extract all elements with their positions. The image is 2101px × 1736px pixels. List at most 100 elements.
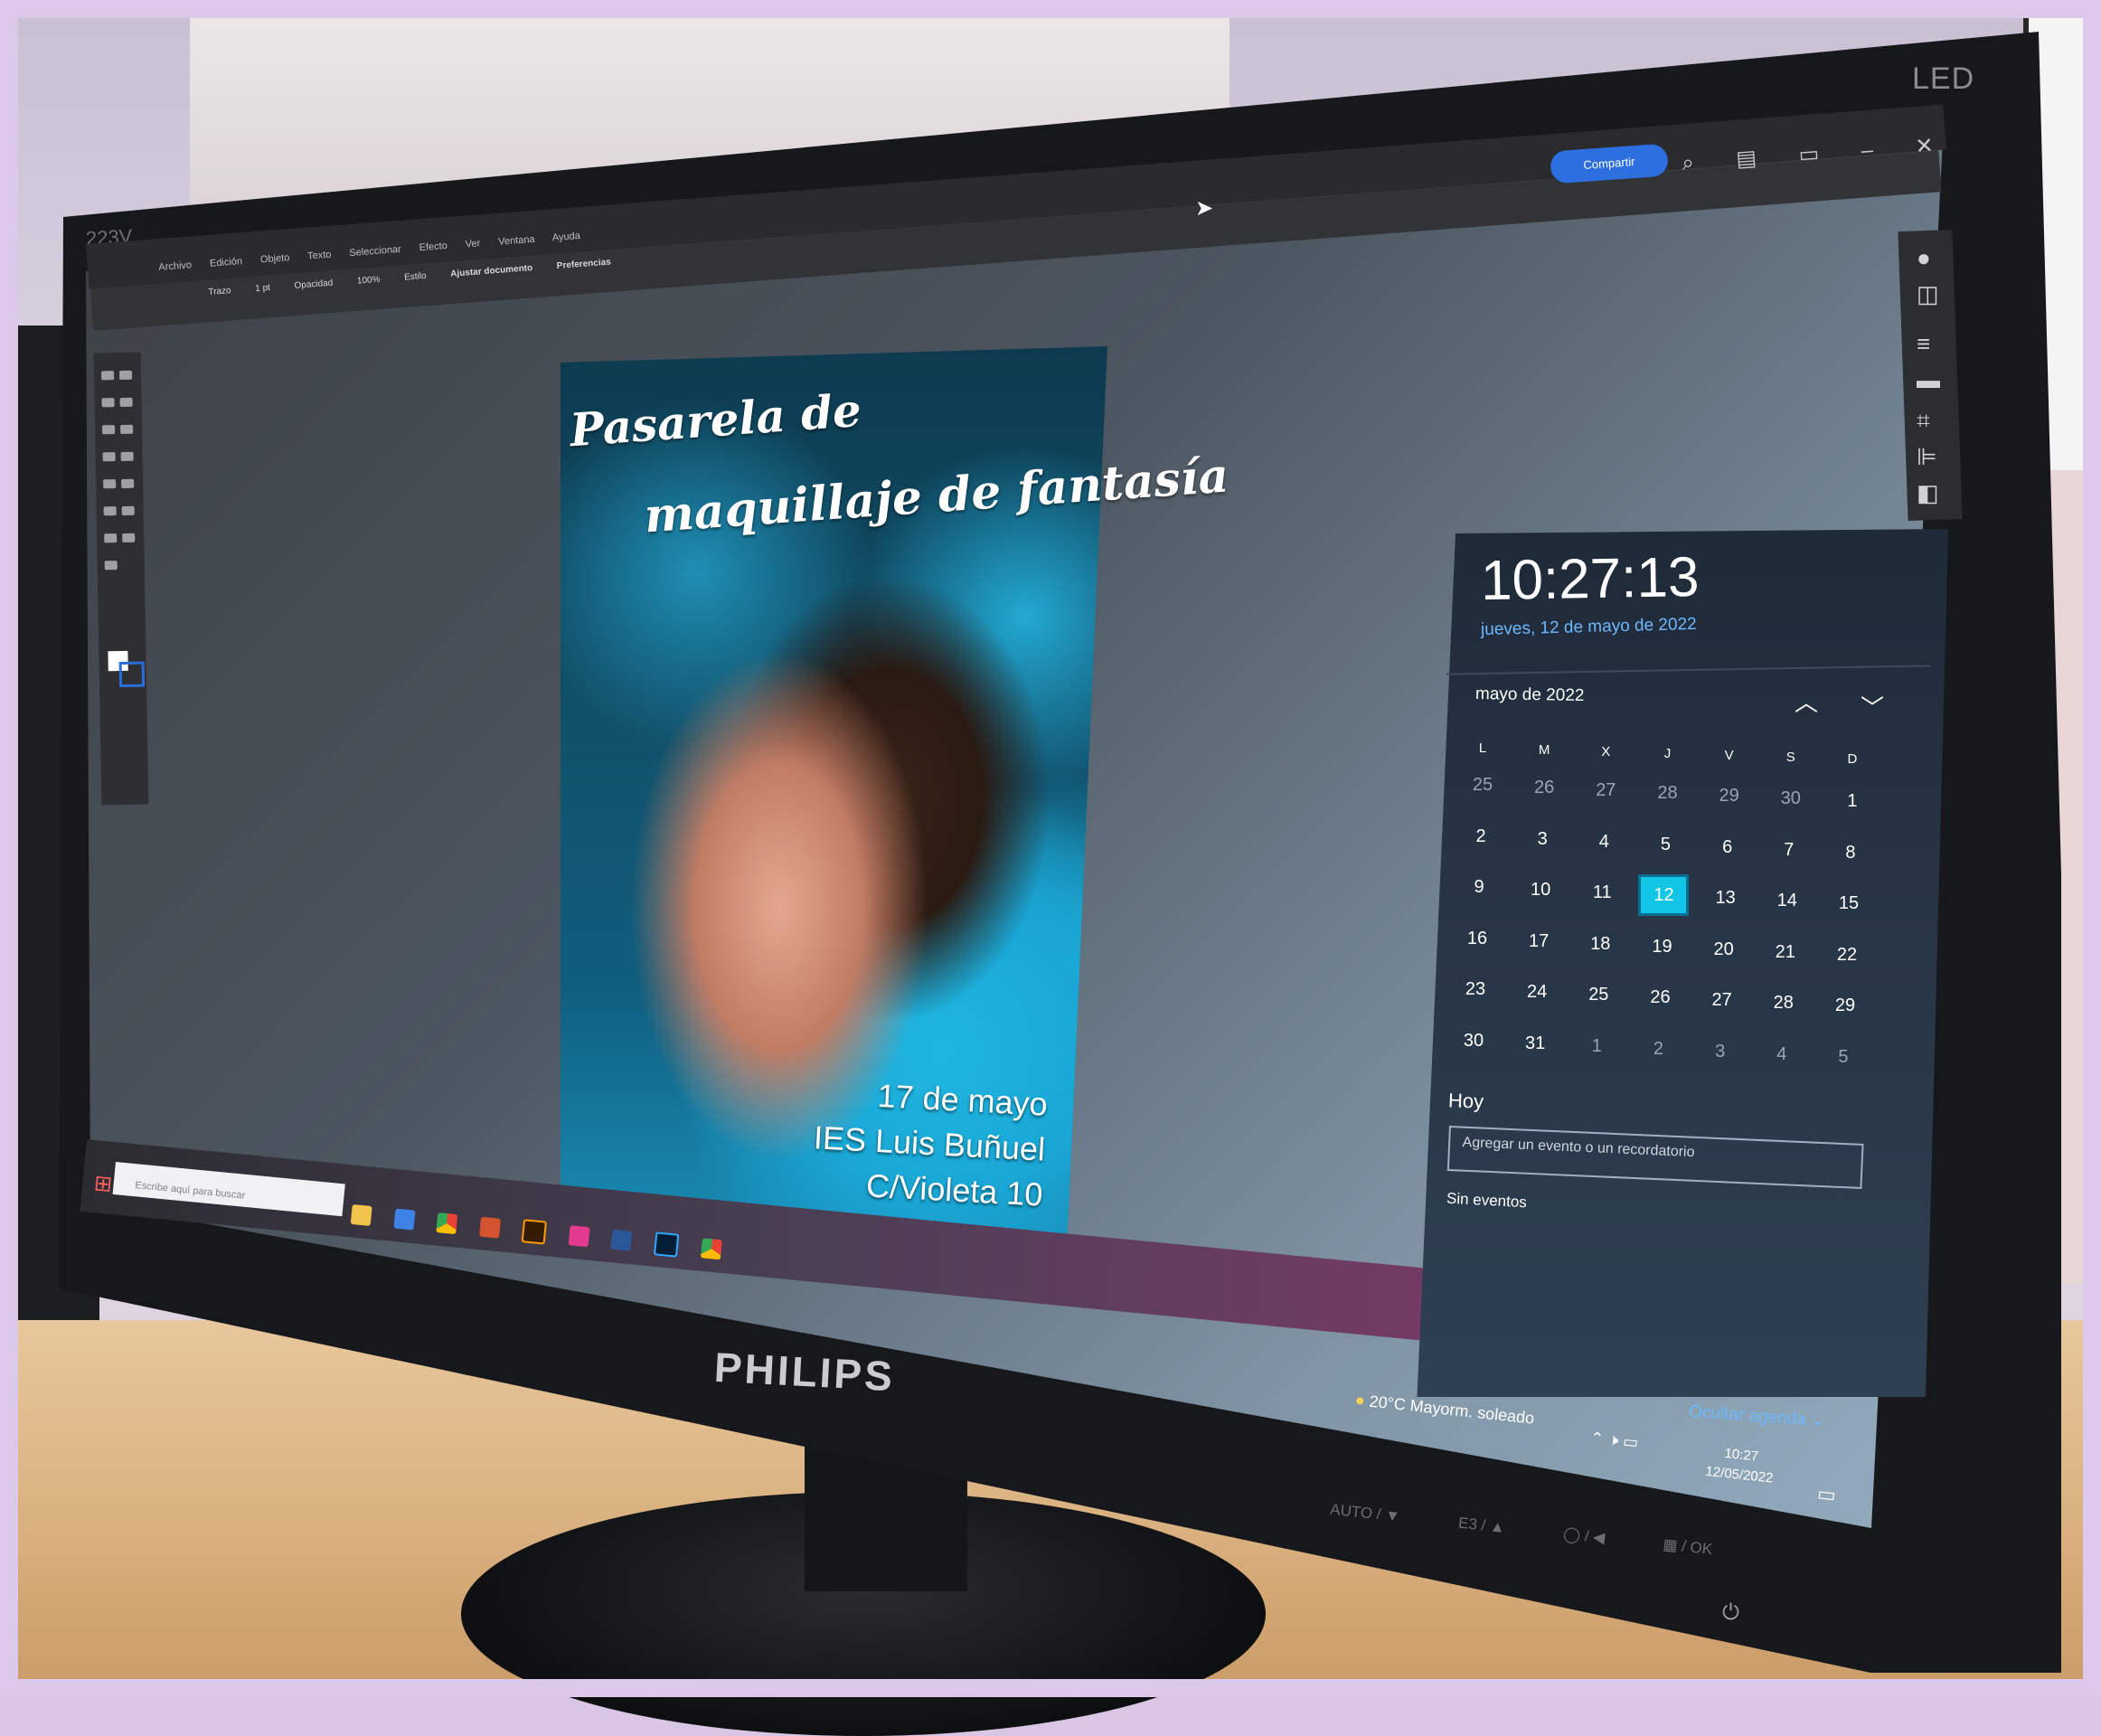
comments-icon[interactable]: ▬ [1917, 366, 1940, 394]
powerpoint-icon[interactable] [478, 1216, 501, 1239]
rotate-tool-icon[interactable] [103, 479, 117, 489]
notifications-icon[interactable]: ▭ [1816, 1482, 1837, 1507]
calendar-day[interactable]: 21 [1763, 934, 1808, 970]
panel-toggle-icon[interactable]: ▭ [1798, 142, 1821, 168]
calendar-day[interactable]: 24 [1514, 974, 1559, 1010]
calendar-day[interactable]: 26 [1637, 979, 1682, 1015]
line-tool-icon[interactable] [120, 424, 134, 434]
scale-tool-icon[interactable] [121, 478, 135, 488]
calendar-day[interactable]: 29 [1707, 778, 1752, 814]
menu-texto[interactable]: Texto [307, 250, 332, 262]
calendar-day[interactable]: 31 [1512, 1025, 1558, 1061]
chrome-icon[interactable] [436, 1212, 458, 1235]
calendar-day[interactable]: 3 [1520, 821, 1565, 857]
eyedropper-tool-icon[interactable] [104, 533, 118, 543]
calendar-day[interactable]: 4 [1581, 824, 1626, 860]
file-explorer-icon[interactable] [350, 1203, 372, 1226]
taskbar-clock[interactable]: 10:27 12/05/2022 [1704, 1442, 1776, 1489]
calendar-day[interactable]: 22 [1824, 937, 1870, 973]
menu-ayuda[interactable]: Ayuda [552, 231, 581, 243]
monitor-button-brightness[interactable]: E3 / ▲ [1457, 1514, 1505, 1536]
calendar-day[interactable]: 6 [1705, 829, 1750, 865]
opacity-value[interactable]: 100% [357, 275, 381, 287]
rectangle-tool-icon[interactable] [102, 452, 116, 462]
calendar-day[interactable]: 27 [1700, 982, 1745, 1018]
calendar-month-title[interactable]: mayo de 2022 [1475, 684, 1585, 706]
gradient-tool-icon[interactable] [121, 505, 135, 515]
chrome-icon-2[interactable] [700, 1238, 722, 1260]
calendar-day[interactable]: 11 [1579, 874, 1625, 910]
close-icon[interactable]: ✕ [1915, 134, 1935, 159]
indesign-icon[interactable] [568, 1225, 590, 1248]
calendar-day[interactable]: 17 [1516, 923, 1561, 959]
calendar-day[interactable]: 2 [1458, 818, 1503, 854]
calendar-day[interactable]: 15 [1826, 885, 1871, 921]
minimize-icon[interactable]: – [1861, 137, 1874, 163]
shape-builder-tool-icon[interactable] [103, 506, 117, 516]
calendar-day[interactable]: 12 [1638, 874, 1690, 917]
transform-icon[interactable]: ⌗ [1917, 407, 1930, 436]
calendar-day[interactable]: 30 [1768, 780, 1814, 816]
pathfinder-icon[interactable]: ◧ [1917, 479, 1939, 507]
stroke-value[interactable]: 1 pt [255, 283, 270, 294]
word-icon[interactable] [610, 1229, 633, 1251]
calendar-day[interactable]: 26 [1522, 769, 1567, 806]
workspace-icon[interactable]: ▤ [1735, 146, 1757, 172]
network-icon[interactable]: ▭ [1622, 1432, 1639, 1452]
calendar-day[interactable]: 25 [1576, 976, 1621, 1013]
calendar-day[interactable]: 25 [1460, 767, 1505, 803]
zoom-tool-icon[interactable] [104, 561, 118, 571]
hand-tool-icon[interactable] [122, 533, 136, 542]
libraries-icon[interactable]: ◫ [1917, 280, 1939, 308]
type-tool-icon[interactable] [102, 425, 116, 435]
monitor-brand-logo: PHILIPS [712, 1343, 897, 1401]
calendar-day[interactable]: 4 [1759, 1036, 1804, 1072]
calendar-day[interactable]: 29 [1823, 987, 1868, 1024]
calendar-day[interactable]: 13 [1703, 880, 1748, 916]
calendar-day[interactable]: 27 [1583, 772, 1628, 808]
chevron-down-icon[interactable]: ﹀ [1861, 690, 1884, 723]
calendar-day[interactable]: 5 [1643, 826, 1688, 863]
direct-selection-tool-icon[interactable] [118, 370, 133, 380]
calendar-day[interactable]: 28 [1644, 775, 1690, 811]
calendar-day[interactable]: 14 [1765, 882, 1810, 919]
calendar-day[interactable]: 1 [1574, 1028, 1619, 1064]
calendar-day[interactable]: 9 [1456, 869, 1502, 905]
brush-tool-icon[interactable] [120, 451, 134, 461]
calendar-day[interactable]: 28 [1761, 985, 1806, 1021]
calendar-day[interactable]: 2 [1635, 1031, 1681, 1067]
calendar-day[interactable]: 16 [1455, 920, 1500, 957]
calendar-day[interactable]: 10 [1518, 872, 1563, 908]
align-icon[interactable]: ⊫ [1917, 443, 1937, 471]
store-icon[interactable] [393, 1208, 416, 1231]
calendar-day[interactable]: 30 [1451, 1023, 1496, 1059]
pen-tool-icon[interactable] [101, 398, 115, 408]
chevron-up-icon[interactable]: ︿ [1795, 684, 1818, 718]
menu-ver[interactable]: Ver [465, 238, 480, 250]
calendar-day[interactable]: 8 [1828, 835, 1873, 871]
volume-icon[interactable]: 🕨 [1607, 1430, 1619, 1449]
properties-icon[interactable]: ≡ [1917, 330, 1930, 358]
color-panel-icon[interactable]: ● [1917, 244, 1931, 272]
calendar-day[interactable]: 20 [1701, 931, 1747, 967]
calendar-day[interactable]: 18 [1578, 926, 1623, 962]
photoshop-icon[interactable] [653, 1231, 680, 1258]
monitor-button-input[interactable]: ◯ / ◀ [1562, 1525, 1606, 1547]
windows-start-icon[interactable]: ⊞ [93, 1170, 114, 1198]
monitor-led-label: LED [1912, 61, 1975, 96]
selection-tool-icon[interactable] [100, 371, 115, 381]
calendar-day[interactable]: 5 [1821, 1039, 1866, 1075]
menu-efecto[interactable]: Efecto [419, 241, 448, 253]
power-icon[interactable]: ⏻ [1722, 1600, 1739, 1626]
chevron-up-icon[interactable]: ⌃ [1589, 1429, 1605, 1448]
calendar-day[interactable]: 1 [1830, 783, 1875, 819]
calendar-day[interactable]: 19 [1639, 929, 1684, 965]
calendar-day[interactable]: 23 [1453, 971, 1498, 1007]
calendar-day[interactable]: 7 [1767, 832, 1812, 868]
stroke-swatch[interactable] [118, 661, 146, 688]
illustrator-icon[interactable] [521, 1219, 548, 1245]
curvature-tool-icon[interactable] [119, 397, 133, 407]
calendar-day[interactable]: 3 [1698, 1033, 1743, 1070]
menu-objeto[interactable]: Objeto [260, 252, 290, 265]
search-icon[interactable]: ⌕ [1681, 150, 1694, 175]
